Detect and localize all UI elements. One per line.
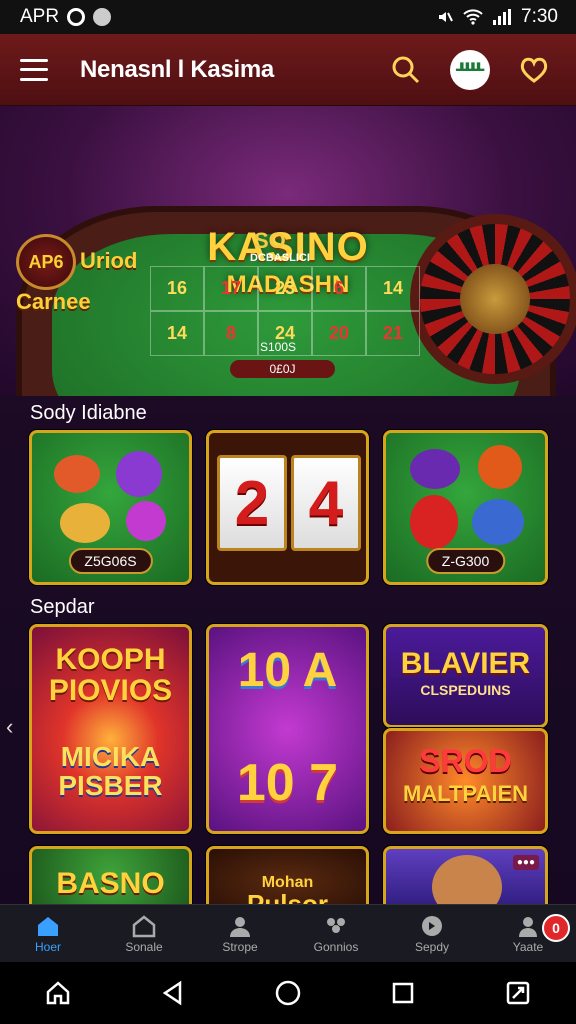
game-title: BASNO	[56, 867, 165, 900]
status-app-icon	[67, 8, 86, 26]
house-outline-icon	[132, 914, 156, 937]
profile-button[interactable]: ᚉ	[448, 48, 492, 92]
nav-item-2[interactable]: Sonale	[96, 905, 192, 962]
slot-reel: 4	[291, 455, 361, 551]
group-icon	[327, 917, 345, 933]
grid-cell: 17	[204, 266, 258, 311]
heart-icon	[520, 57, 548, 83]
game-price: Z5G06S	[68, 548, 153, 574]
section-title-1: Sody Idiabne	[30, 402, 147, 424]
circle-home-icon	[275, 980, 301, 1006]
nav-label: Sonale	[125, 939, 163, 954]
nav-label: Hoer	[34, 939, 61, 954]
chevron-left-icon[interactable]: ‹	[6, 714, 13, 740]
grid-cell: 16	[150, 266, 204, 311]
game-title: KOOPH PIOVIOS	[48, 643, 173, 707]
home-icon	[38, 916, 58, 936]
mute-icon	[439, 12, 453, 22]
screenshot-icon	[507, 981, 530, 1005]
clover-icon	[116, 451, 162, 497]
nav-item-3[interactable]: Strope	[192, 905, 288, 962]
game-subtitle: MICIKA PISBER	[58, 741, 163, 801]
game-title: 10 A	[237, 644, 338, 697]
game-card-5[interactable]: 10 A 10 7	[206, 624, 369, 834]
section-title-2: Sepdar	[30, 596, 95, 618]
game-title: BLAVIER	[400, 647, 531, 680]
table-sub: DCBASLICI	[250, 252, 310, 264]
bell-icon	[54, 455, 100, 493]
avatar: ᚉ	[450, 49, 490, 90]
game-price: Z-G300	[425, 548, 506, 574]
nav-label: Strope	[222, 939, 258, 954]
game-subtitle: 10 7	[236, 754, 339, 812]
grid-cell: 6	[312, 266, 366, 311]
menu-icon[interactable]	[20, 58, 48, 81]
grid-cell: 21	[366, 311, 420, 356]
signal-icon	[493, 9, 512, 25]
game-subtitle: MALTPAIEN	[402, 781, 529, 806]
search-button[interactable]	[384, 48, 428, 92]
game-card-2[interactable]: 2 4	[206, 430, 369, 585]
nav-item-5[interactable]: Sepdy	[384, 905, 480, 962]
person-icon	[230, 916, 250, 937]
chips-icon	[410, 449, 460, 489]
favorites-button[interactable]	[512, 48, 556, 92]
status-left-text: APR	[20, 6, 60, 27]
bottom-nav: Hoer Sonale Strope Gonnios Sepdy Yaate	[0, 904, 576, 962]
user-icon	[519, 916, 537, 937]
card-tag: ●●●	[512, 855, 539, 870]
recents-icon	[392, 982, 414, 1004]
notification-badge[interactable]: 0	[542, 914, 570, 942]
zero-icon	[410, 495, 458, 549]
nav-label: Gonnios	[313, 939, 359, 954]
app-bar: Nenasnl l Kasima ᚉ	[0, 34, 576, 106]
badge-emblem: AP6	[16, 234, 76, 290]
pot-text: S100S	[260, 340, 297, 354]
status-app-icon-2	[93, 8, 112, 26]
gem-icon	[126, 501, 166, 541]
nav-item-home[interactable]: Hoer	[0, 905, 96, 962]
table-header: SO	[254, 228, 286, 253]
system-nav-bar	[0, 962, 576, 1024]
wifi-icon	[463, 9, 483, 25]
grid-cell: 14	[150, 311, 204, 356]
hero-banner[interactable]: AP6 Uriod Carnee KASINO MADASHN SO DCBASL…	[0, 106, 576, 396]
game-card-7[interactable]: SROD MALTPAIEN	[383, 728, 548, 834]
back-icon	[162, 980, 182, 1006]
status-bar: APR 7:30	[0, 0, 576, 34]
app-root: APR 7:30 Nenasnl l Kasima ᚉ AP6 Uriod Ca…	[0, 0, 576, 1024]
grid-cell: 20	[312, 311, 366, 356]
slot-reel: 2	[217, 455, 287, 551]
system-home-button[interactable]	[32, 967, 84, 1019]
nav-label: Yaate	[512, 939, 544, 954]
fruit-icon	[478, 445, 522, 489]
game-card-3[interactable]: Z-G300	[383, 430, 548, 585]
back-button[interactable]	[147, 967, 199, 1019]
game-card-1[interactable]: Z5G06S	[29, 430, 192, 585]
game-title: SROD	[419, 743, 512, 779]
roulette-wheel-icon	[410, 214, 576, 384]
game-subtitle: CLSPEDUINS	[420, 682, 511, 698]
home-button[interactable]	[262, 967, 314, 1019]
app-title: Nenasnl l Kasima	[80, 55, 274, 83]
home-outline-icon	[46, 981, 69, 1005]
grid-cell: 8	[204, 311, 258, 356]
grid-cell: 14	[366, 266, 420, 311]
search-icon	[392, 56, 420, 83]
status-time: 7:30	[521, 6, 558, 27]
leaf-icon	[472, 499, 524, 545]
recents-button[interactable]	[377, 967, 429, 1019]
bet-display: 0£0J	[230, 360, 335, 378]
screenshot-button[interactable]	[492, 967, 544, 1019]
shield-icon	[422, 915, 442, 936]
nav-label: Sepdy	[414, 939, 450, 954]
grid-cell: 23	[258, 266, 312, 311]
nav-item-4[interactable]: Gonnios	[288, 905, 384, 962]
pizza-icon	[60, 503, 110, 543]
game-card-6[interactable]: BLAVIER CLSPEDUINS	[383, 624, 548, 728]
game-card-4[interactable]: KOOPH PIOVIOS MICIKA PISBER	[29, 624, 192, 834]
